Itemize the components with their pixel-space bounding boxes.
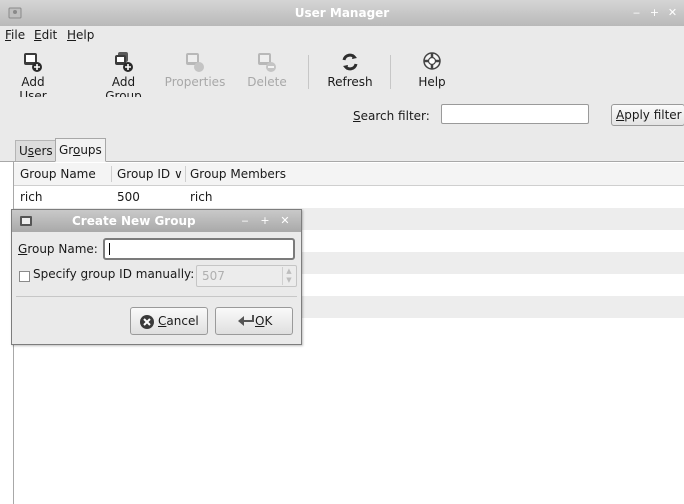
create-group-dialog: Create New Group ‒ + ✕ Group Name: Speci…	[11, 209, 302, 345]
ok-label: OK	[255, 314, 273, 328]
table-row[interactable]: rich 500 rich	[14, 186, 684, 208]
add-user-button[interactable]: Add User	[8, 51, 58, 103]
tab-bar: Users Groups	[0, 135, 684, 162]
tab-groups[interactable]: Groups	[55, 138, 106, 162]
properties-label: Properties	[164, 75, 226, 89]
delete-label: Delete	[247, 75, 287, 89]
group-id-value: 507	[202, 269, 225, 283]
properties-button[interactable]: Properties	[163, 51, 227, 89]
column-group-id[interactable]: Group ID ∨	[117, 167, 183, 181]
properties-icon	[186, 53, 204, 72]
ok-button[interactable]: OK	[215, 307, 293, 335]
cell-group-name: rich	[20, 190, 43, 204]
delete-icon	[258, 53, 276, 72]
column-separator	[111, 166, 112, 182]
cell-group-id: 500	[117, 190, 140, 204]
window-titlebar: User Manager ‒ + ✕	[0, 0, 684, 27]
dialog-title: Create New Group	[72, 214, 196, 228]
help-button[interactable]: Help	[414, 51, 450, 89]
dialog-close-icon[interactable]: ✕	[278, 214, 292, 228]
cancel-label: Cancel	[158, 314, 199, 328]
delete-button[interactable]: Delete	[244, 51, 290, 89]
toolbar: Add User Add Group Properties Delete Ref…	[0, 45, 684, 103]
refresh-label: Refresh	[327, 75, 373, 89]
dialog-maximize-icon[interactable]: +	[258, 214, 272, 228]
text-caret	[109, 243, 110, 255]
dialog-titlebar: Create New Group ‒ + ✕	[12, 210, 301, 232]
help-label: Help	[418, 75, 446, 89]
column-group-id-label: Group ID	[117, 167, 171, 181]
group-id-spinbox[interactable]: 507 ▲ ▼	[196, 265, 297, 287]
enter-arrow-icon	[238, 315, 254, 326]
spin-arrows-icon[interactable]: ▲ ▼	[282, 267, 295, 285]
search-filter-label: Search filter:	[353, 109, 430, 123]
column-group-members[interactable]: Group Members	[190, 167, 286, 181]
column-group-name[interactable]: Group Name	[20, 167, 96, 181]
group-name-input[interactable]	[103, 238, 295, 260]
tab-users[interactable]: Users	[15, 140, 57, 161]
close-icon[interactable]: ✕	[665, 6, 680, 20]
cancel-icon	[140, 315, 154, 329]
menu-help[interactable]: Help	[67, 28, 94, 42]
add-user-icon	[24, 53, 42, 72]
dialog-minimize-icon[interactable]: ‒	[238, 214, 252, 228]
column-separator	[185, 166, 186, 182]
table-header: Group Name Group ID ∨ Group Members	[14, 163, 684, 186]
dialog-app-icon	[20, 216, 32, 226]
cancel-button[interactable]: Cancel	[130, 307, 208, 335]
cell-group-members: rich	[190, 190, 213, 204]
refresh-icon	[342, 53, 358, 71]
toolbar-separator	[390, 55, 391, 89]
dialog-separator	[16, 296, 297, 297]
menu-file[interactable]: File	[5, 28, 25, 42]
sort-descending-icon: ∨	[173, 167, 183, 181]
window-title: User Manager	[294, 6, 390, 20]
add-group-icon	[114, 52, 133, 72]
group-name-label: Group Name:	[18, 242, 98, 256]
toolbar-separator	[308, 55, 309, 89]
search-filter-input[interactable]	[441, 104, 589, 124]
minimize-icon[interactable]: ‒	[629, 6, 644, 20]
help-lifebuoy-icon	[423, 52, 441, 70]
refresh-button[interactable]: Refresh	[325, 51, 375, 89]
maximize-icon[interactable]: +	[647, 6, 662, 20]
specify-gid-checkbox[interactable]	[19, 271, 30, 282]
add-group-button[interactable]: Add Group	[92, 51, 155, 103]
menu-bar: File Edit Help	[0, 26, 684, 46]
specify-gid-label[interactable]: Specify group ID manually:	[33, 267, 194, 281]
menu-edit[interactable]: Edit	[34, 28, 57, 42]
apply-filter-button[interactable]: Apply filter	[611, 104, 684, 126]
